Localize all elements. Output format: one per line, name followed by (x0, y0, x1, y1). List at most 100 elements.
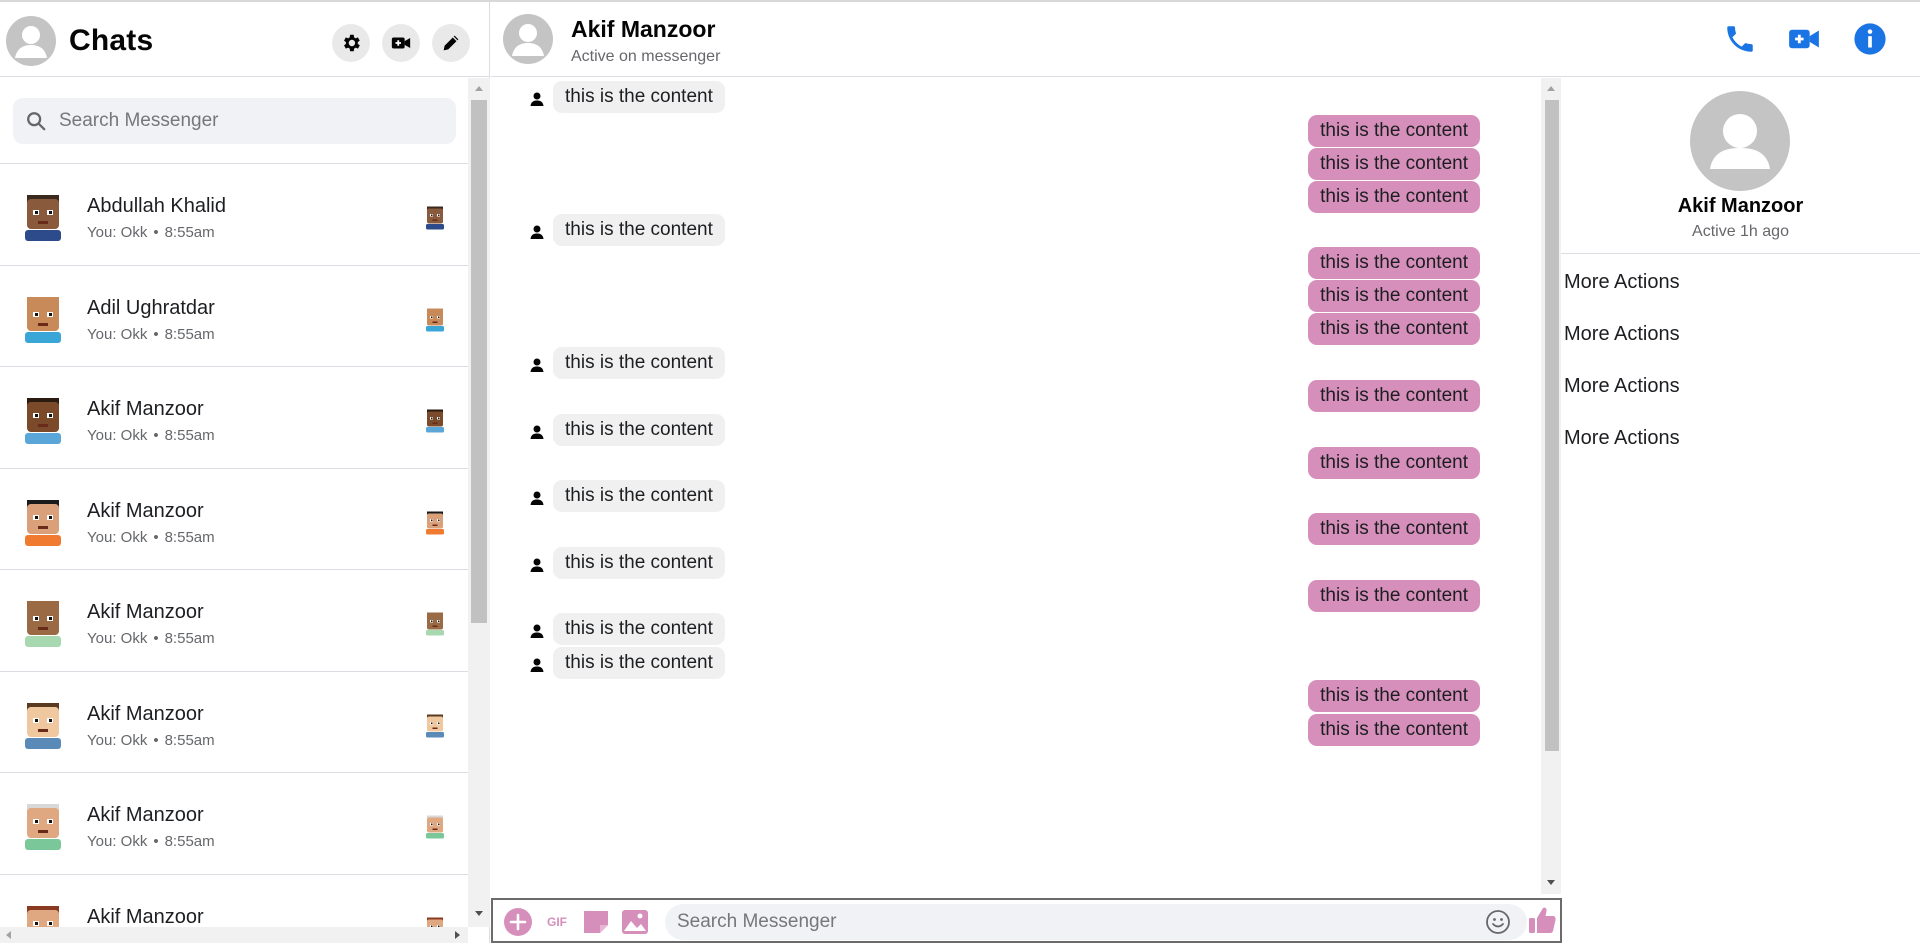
scroll-down-arrow[interactable] (475, 911, 483, 916)
scroll-left-arrow[interactable] (6, 931, 11, 939)
incoming-message[interactable]: this is the content (553, 81, 725, 113)
contact-details-panel: Akif Manzoor Active 1h ago More Actions … (1561, 78, 1920, 943)
sidebar-search-area (0, 78, 468, 164)
more-actions-item[interactable]: More Actions (1564, 271, 1680, 294)
chat-list-item[interactable]: Akif Manzoor You: Okk•8:55am (0, 773, 468, 875)
incoming-message[interactable]: this is the content (553, 547, 725, 579)
seen-avatar-icon (426, 714, 444, 737)
sticker-icon[interactable] (581, 907, 611, 937)
chat-preview-line: You: Okk • 8:55am (87, 326, 215, 343)
chat-preview-line: You: Okk • 8:55am (87, 630, 215, 647)
outgoing-message[interactable]: this is the content (1308, 580, 1480, 612)
chat-name: Akif Manzoor (87, 398, 204, 420)
outgoing-message[interactable]: this is the content (1308, 714, 1480, 746)
new-video-call-button[interactable] (382, 24, 420, 62)
scrollbar-thumb[interactable] (1545, 100, 1559, 751)
chat-time: 8:55am (164, 630, 215, 647)
contact-avatar-icon (25, 804, 61, 850)
gif-label: GIF (547, 915, 567, 929)
incoming-message[interactable]: this is the content (553, 647, 725, 679)
chat-name: Akif Manzoor (87, 702, 204, 725)
chat-time: 8:55am (164, 325, 215, 343)
person-icon (530, 491, 544, 505)
search-icon (27, 112, 46, 131)
outgoing-message[interactable]: this is the content (1308, 115, 1480, 147)
chat-name: Adil Ughratdar (87, 296, 215, 319)
seen-avatar-icon (426, 511, 444, 534)
more-actions-item[interactable]: More Actions (1564, 427, 1680, 450)
chat-preview: You: Okk (87, 528, 148, 546)
outgoing-message[interactable]: this is the content (1308, 280, 1480, 312)
chat-list-item[interactable]: Akif Manzoor You: Okk•8:55am (0, 469, 468, 570)
incoming-message[interactable]: this is the content (553, 480, 725, 512)
video-plus-icon (391, 37, 411, 49)
video-icon[interactable] (1787, 22, 1821, 56)
chat-preview-line: You: Okk • 8:55am (87, 224, 215, 241)
person-icon (530, 92, 544, 106)
outgoing-message[interactable]: this is the content (1308, 181, 1480, 213)
message-input[interactable] (677, 904, 1447, 940)
incoming-message[interactable]: this is the content (553, 214, 725, 246)
person-icon (530, 558, 544, 572)
default-avatar-icon (512, 24, 544, 56)
user-avatar[interactable] (6, 16, 56, 66)
info-icon[interactable] (1853, 22, 1887, 56)
thread-scrollbar[interactable] (1541, 78, 1561, 894)
chat-time: 8:55am (164, 528, 215, 546)
plus-icon[interactable] (503, 907, 533, 937)
chat-list-item[interactable]: Abdullah Khalid You: Okk • 8:55am (0, 164, 468, 266)
chat-name: Akif Manzoor (87, 804, 204, 826)
separator-dot: • (153, 427, 159, 444)
scroll-up-arrow[interactable] (475, 86, 483, 91)
thumbs-up-icon[interactable] (1526, 904, 1558, 936)
chat-list-item[interactable]: Adil Ughratdar You: Okk • 8:55am (0, 266, 468, 367)
settings-button[interactable] (332, 24, 370, 62)
contact-avatar-icon (25, 601, 61, 647)
person-icon (530, 658, 544, 672)
scroll-right-arrow[interactable] (455, 931, 460, 939)
sidebar-horizontal-scrollbar[interactable] (0, 927, 468, 943)
chat-preview-line: You: Okk • 8:55am (87, 427, 215, 444)
details-divider (1561, 253, 1920, 254)
new-message-button[interactable] (432, 24, 470, 62)
contact-name: Akif Manzoor (571, 16, 716, 42)
chat-time: 8:55am (164, 224, 215, 241)
incoming-message[interactable]: this is the content (553, 347, 725, 379)
sidebar-scrollbar[interactable] (468, 78, 490, 927)
outgoing-message[interactable]: this is the content (1308, 313, 1480, 345)
chat-list-item[interactable]: Akif Manzoor You: Okk•8:55am (0, 570, 468, 672)
emoji-icon[interactable] (1485, 909, 1511, 935)
search-input[interactable] (59, 98, 439, 144)
contact-avatar-icon (25, 702, 61, 749)
outgoing-message[interactable]: this is the content (1308, 380, 1480, 412)
image-icon[interactable] (620, 907, 650, 937)
scroll-down-arrow[interactable] (1547, 880, 1555, 885)
seen-avatar-icon (426, 612, 444, 636)
more-actions-item[interactable]: More Actions (1564, 323, 1680, 346)
incoming-message[interactable]: this is the content (553, 613, 725, 645)
chat-preview: You: Okk (87, 731, 148, 749)
outgoing-message[interactable]: this is the content (1308, 247, 1480, 279)
chat-list-item[interactable]: Akif Manzoor You: Okk•8:55am (0, 672, 468, 773)
person-icon (530, 225, 544, 239)
gif-icon[interactable]: GIF (543, 910, 571, 934)
scroll-up-arrow[interactable] (1547, 86, 1555, 91)
incoming-message[interactable]: this is the content (553, 414, 725, 446)
chat-list-item[interactable]: Akif Manzoor You: Okk•8:55am (0, 367, 468, 469)
more-actions-item[interactable]: More Actions (1564, 375, 1680, 398)
contact-avatar[interactable] (503, 14, 553, 64)
default-avatar-icon (1710, 114, 1770, 169)
outgoing-message[interactable]: this is the content (1308, 680, 1480, 712)
outgoing-message[interactable]: this is the content (1308, 148, 1480, 180)
contact-avatar-icon (25, 195, 61, 241)
outgoing-message[interactable]: this is the content (1308, 513, 1480, 545)
contact-avatar-icon (25, 296, 61, 343)
person-icon (530, 358, 544, 372)
scrollbar-thumb[interactable] (471, 100, 487, 623)
details-status: Active 1h ago (1692, 223, 1789, 240)
outgoing-message[interactable]: this is the content (1308, 447, 1480, 479)
chat-time: 8:55am (164, 731, 215, 749)
phone-icon[interactable] (1723, 22, 1757, 56)
chat-list-item[interactable]: Akif Manzoor You: Okk•8:55am (0, 875, 468, 927)
chats-sidebar: Chats Search Messenger Abdullah Khalid Y… (0, 2, 490, 943)
